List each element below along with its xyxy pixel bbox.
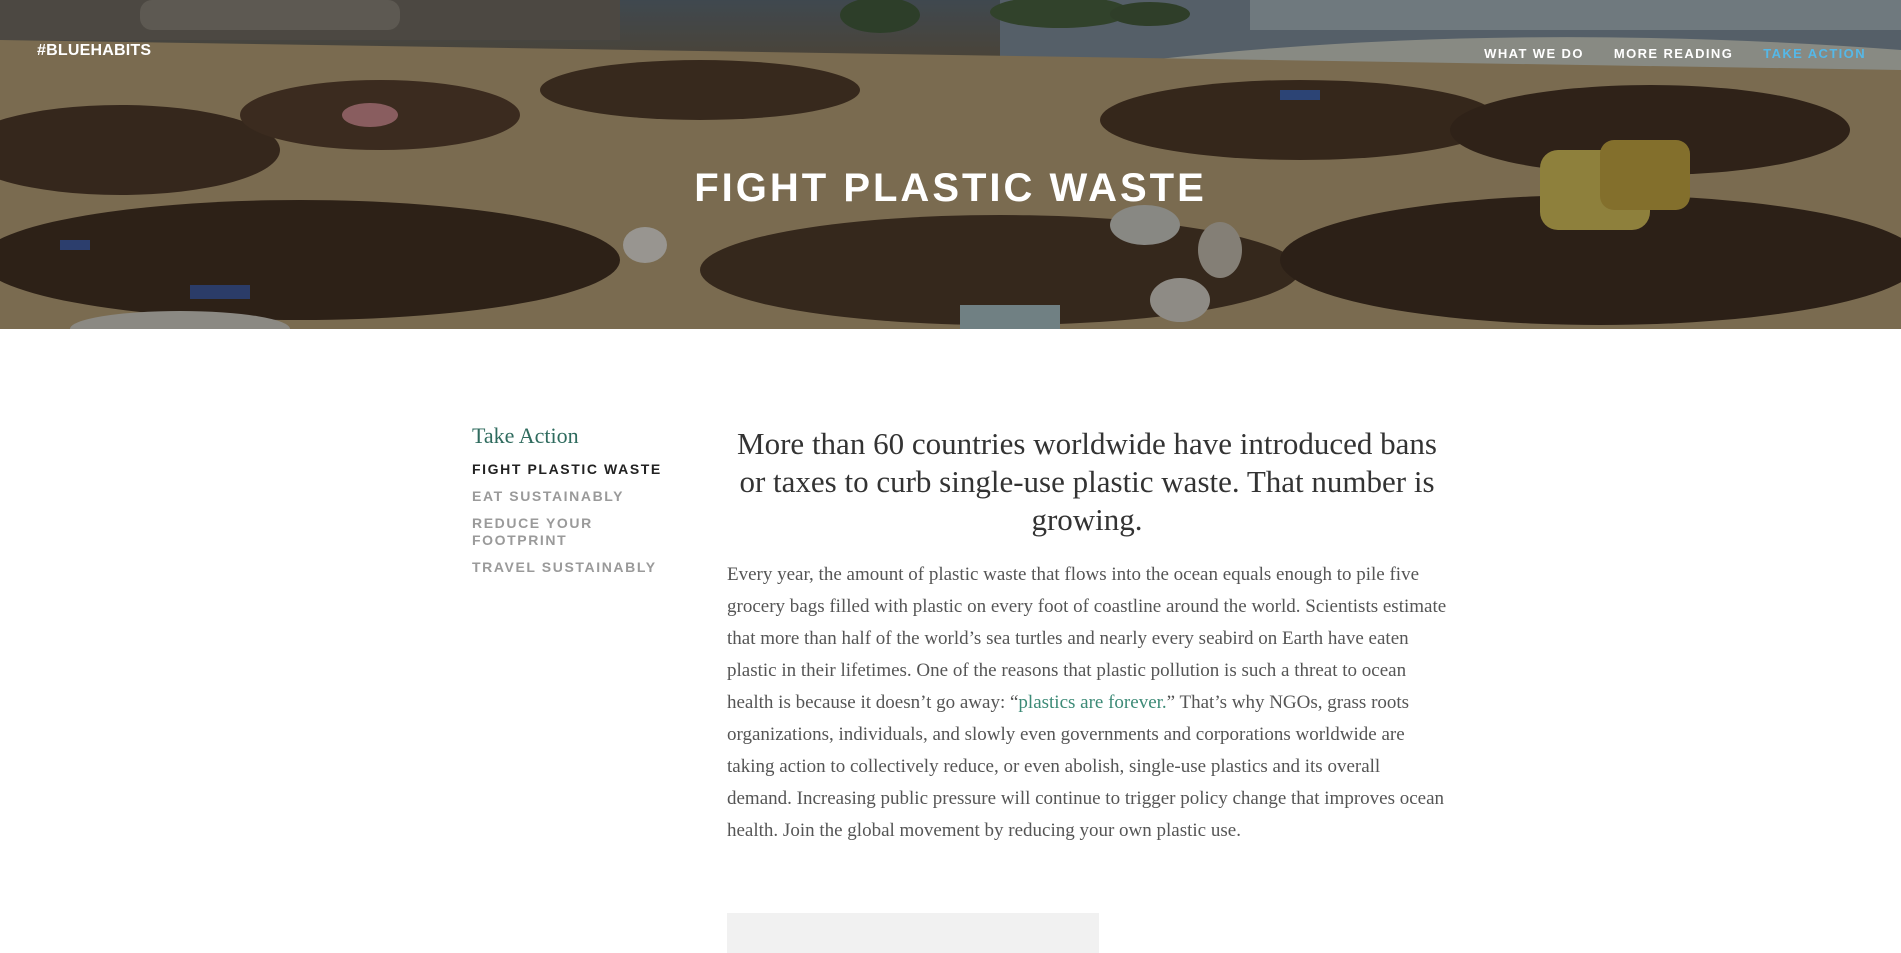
sidebar-item-travel-sustainably[interactable]: TRAVEL SUSTAINABLY: [472, 559, 672, 576]
section-sidebar: Take Action FIGHT PLASTIC WASTE EAT SUST…: [472, 423, 672, 586]
nav-more-reading[interactable]: MORE READING: [1599, 46, 1748, 61]
sidebar-heading[interactable]: Take Action: [472, 423, 672, 449]
article: More than 60 countries worldwide have in…: [727, 423, 1447, 847]
hero-banner: #BLUEHABITS WHAT WE DO MORE READING TAKE…: [0, 0, 1901, 329]
article-body: Every year, the amount of plastic waste …: [727, 559, 1447, 847]
sidebar-list: FIGHT PLASTIC WASTE EAT SUSTAINABLY REDU…: [472, 461, 672, 576]
sidebar-item-fight-plastic-waste[interactable]: FIGHT PLASTIC WASTE: [472, 461, 672, 478]
page-title: FIGHT PLASTIC WASTE: [694, 166, 1207, 210]
article-lead: More than 60 countries worldwide have in…: [737, 426, 1437, 537]
sidebar-item-reduce-your-footprint[interactable]: REDUCE YOUR FOOTPRINT: [472, 515, 622, 549]
nav-what-we-do[interactable]: WHAT WE DO: [1469, 46, 1599, 61]
brand-logo[interactable]: #BLUEHABITS: [37, 42, 151, 60]
nav-take-action[interactable]: TAKE ACTION: [1748, 46, 1881, 61]
sidebar-item-eat-sustainably[interactable]: EAT SUSTAINABLY: [472, 488, 672, 505]
article-body-part-2: ” That’s why NGOs, grass roots organizat…: [727, 692, 1445, 841]
top-navigation: WHAT WE DO MORE READING TAKE ACTION: [1469, 46, 1881, 61]
article-body-part-1: Every year, the amount of plastic waste …: [727, 564, 1447, 713]
plastics-forever-link[interactable]: plastics are forever.: [1018, 692, 1166, 713]
media-placeholder: [727, 913, 1099, 953]
